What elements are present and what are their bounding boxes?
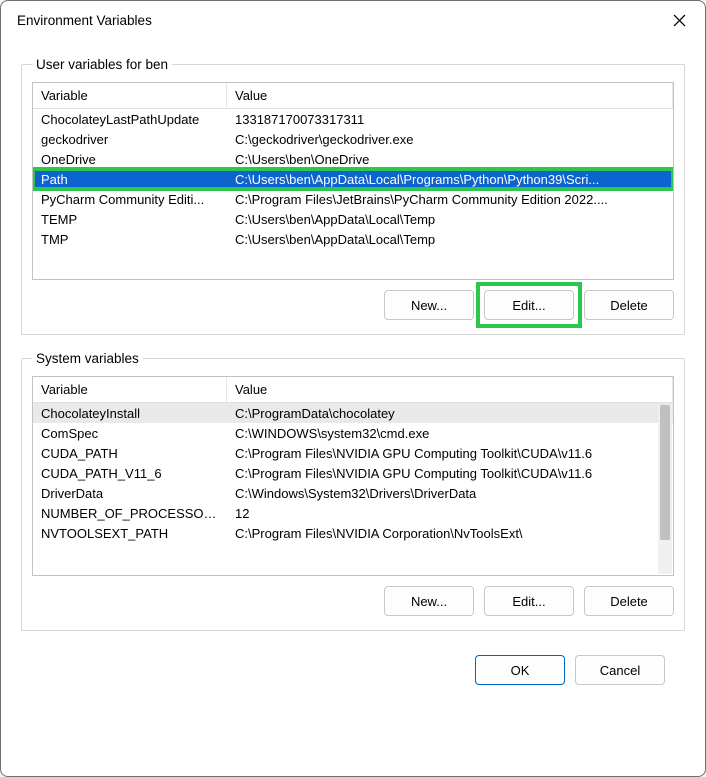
cell-value: C:\WINDOWS\system32\cmd.exe (227, 426, 673, 441)
cell-variable: DriverData (33, 486, 227, 501)
user-edit-button[interactable]: Edit... (484, 290, 574, 320)
close-icon[interactable] (665, 6, 693, 34)
system-variables-group: System variables Variable Value Chocolat… (21, 351, 685, 631)
system-buttons-row: New... Edit... Delete (32, 586, 674, 616)
cell-value: C:\Windows\System32\Drivers\DriverData (227, 486, 673, 501)
cell-value: C:\Program Files\NVIDIA GPU Computing To… (227, 446, 673, 461)
cell-variable: ChocolateyLastPathUpdate (33, 112, 227, 127)
env-vars-dialog: Environment Variables User variables for… (0, 0, 706, 777)
table-row[interactable]: CUDA_PATH_V11_6 C:\Program Files\NVIDIA … (33, 463, 673, 483)
cell-value: C:\geckodriver\geckodriver.exe (227, 132, 673, 147)
table-row[interactable]: DriverData C:\Windows\System32\Drivers\D… (33, 483, 673, 503)
system-edit-button[interactable]: Edit... (484, 586, 574, 616)
cell-variable: NUMBER_OF_PROCESSORS (33, 506, 227, 521)
user-buttons-row: New... Edit... Delete (32, 290, 674, 320)
cell-value: C:\Users\ben\AppData\Local\Programs\Pyth… (227, 172, 673, 187)
table-row[interactable]: NVTOOLSEXT_PATH C:\Program Files\NVIDIA … (33, 523, 673, 543)
cell-value: C:\Users\ben\AppData\Local\Temp (227, 232, 673, 247)
table-row[interactable]: NUMBER_OF_PROCESSORS 12 (33, 503, 673, 523)
cell-variable: ChocolateyInstall (33, 406, 227, 421)
list-body: ChocolateyLastPathUpdate 133187170073317… (33, 109, 673, 249)
scrollbar[interactable] (658, 405, 672, 574)
ok-button[interactable]: OK (475, 655, 565, 685)
cell-value: C:\Program Files\NVIDIA Corporation\NvTo… (227, 526, 673, 541)
table-row[interactable]: geckodriver C:\geckodriver\geckodriver.e… (33, 129, 673, 149)
user-delete-button[interactable]: Delete (584, 290, 674, 320)
cell-variable: PyCharm Community Editi... (33, 192, 227, 207)
user-variables-list[interactable]: Variable Value ChocolateyLastPathUpdate … (32, 82, 674, 280)
dialog-buttons-row: OK Cancel (21, 655, 685, 701)
cancel-button[interactable]: Cancel (575, 655, 665, 685)
cell-variable: ComSpec (33, 426, 227, 441)
cell-variable: Path (33, 172, 227, 187)
list-header[interactable]: Variable Value (33, 83, 673, 109)
list-header[interactable]: Variable Value (33, 377, 673, 403)
table-row[interactable]: ChocolateyLastPathUpdate 133187170073317… (33, 109, 673, 129)
system-new-button[interactable]: New... (384, 586, 474, 616)
cell-value: C:\Users\ben\AppData\Local\Temp (227, 212, 673, 227)
col-header-value[interactable]: Value (227, 83, 673, 108)
col-header-value[interactable]: Value (227, 377, 673, 402)
system-variables-list[interactable]: Variable Value ChocolateyInstall C:\Prog… (32, 376, 674, 576)
user-new-button[interactable]: New... (384, 290, 474, 320)
user-group-legend: User variables for ben (32, 57, 172, 72)
cell-variable: geckodriver (33, 132, 227, 147)
cell-value: C:\Users\ben\OneDrive (227, 152, 673, 167)
cell-value: C:\Program Files\NVIDIA GPU Computing To… (227, 466, 673, 481)
table-row[interactable]: OneDrive C:\Users\ben\OneDrive (33, 149, 673, 169)
titlebar: Environment Variables (1, 1, 705, 39)
cell-value: C:\ProgramData\chocolatey (227, 406, 673, 421)
cell-value: 12 (227, 506, 673, 521)
table-row-selected[interactable]: Path C:\Users\ben\AppData\Local\Programs… (33, 169, 673, 189)
cell-variable: NVTOOLSEXT_PATH (33, 526, 227, 541)
scrollbar-thumb[interactable] (660, 405, 670, 540)
system-delete-button[interactable]: Delete (584, 586, 674, 616)
col-header-variable[interactable]: Variable (33, 83, 227, 108)
cell-variable: TMP (33, 232, 227, 247)
window-title: Environment Variables (17, 13, 152, 28)
table-row[interactable]: CUDA_PATH C:\Program Files\NVIDIA GPU Co… (33, 443, 673, 463)
col-header-variable[interactable]: Variable (33, 377, 227, 402)
table-row[interactable]: TMP C:\Users\ben\AppData\Local\Temp (33, 229, 673, 249)
cell-value: C:\Program Files\JetBrains\PyCharm Commu… (227, 192, 673, 207)
cell-variable: TEMP (33, 212, 227, 227)
table-row[interactable]: ComSpec C:\WINDOWS\system32\cmd.exe (33, 423, 673, 443)
cell-variable: CUDA_PATH (33, 446, 227, 461)
user-variables-group: User variables for ben Variable Value Ch… (21, 57, 685, 335)
table-row-selected[interactable]: ChocolateyInstall C:\ProgramData\chocola… (33, 403, 673, 423)
cell-value: 133187170073317311 (227, 112, 673, 127)
dialog-content: User variables for ben Variable Value Ch… (1, 39, 705, 776)
cell-variable: CUDA_PATH_V11_6 (33, 466, 227, 481)
table-row[interactable]: TEMP C:\Users\ben\AppData\Local\Temp (33, 209, 673, 229)
cell-variable: OneDrive (33, 152, 227, 167)
system-group-legend: System variables (32, 351, 143, 366)
table-row[interactable]: PyCharm Community Editi... C:\Program Fi… (33, 189, 673, 209)
list-body: ChocolateyInstall C:\ProgramData\chocola… (33, 403, 673, 543)
